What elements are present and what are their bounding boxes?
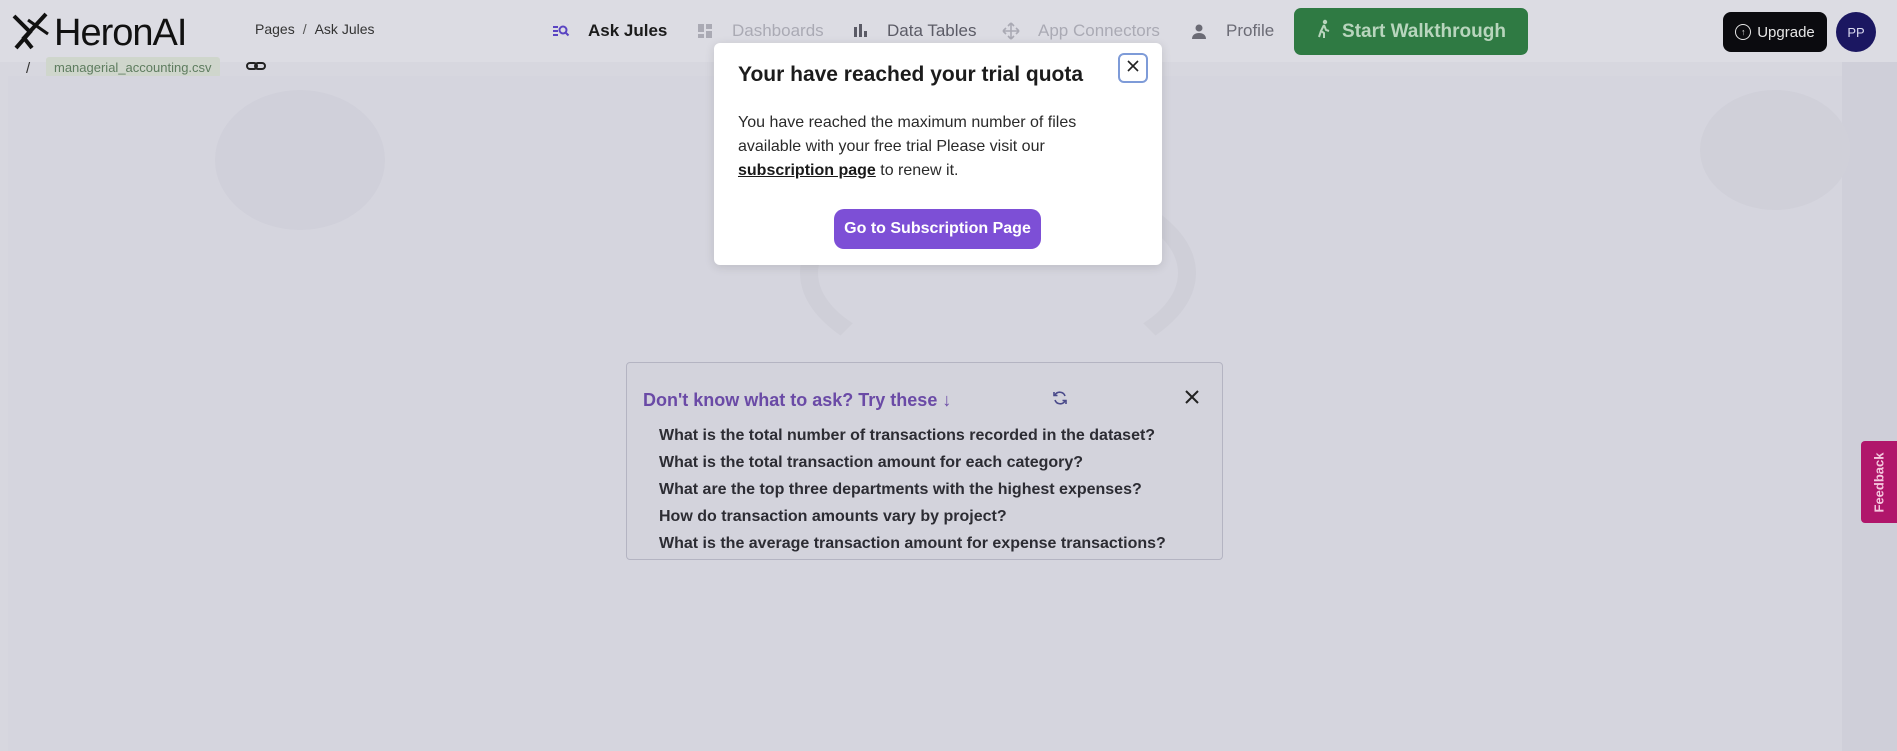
nav-profile-label: Profile	[1226, 21, 1275, 40]
file-chip[interactable]: managerial_accounting.csv	[46, 57, 220, 78]
brand-logo[interactable]: HeronAI	[10, 10, 187, 57]
file-bar-slash: /	[26, 60, 31, 77]
arrow-up-circle-icon: ↑	[1735, 24, 1752, 40]
breadcrumb-separator: /	[302, 21, 307, 37]
modal-close-button[interactable]	[1118, 53, 1148, 83]
nav-ask-jules[interactable]: Ask Jules	[552, 0, 667, 62]
bar-chart-icon	[851, 22, 869, 40]
heron-logo-icon	[10, 10, 52, 57]
suggestion-item[interactable]: What is the average transaction amount f…	[659, 534, 1166, 561]
subscription-page-link[interactable]: subscription page	[738, 162, 876, 179]
close-icon	[1126, 59, 1140, 78]
suggestion-item[interactable]: How do transaction amounts vary by proje…	[659, 507, 1166, 534]
right-panel	[1842, 62, 1897, 751]
trial-quota-modal: Your have reached your trial quota You h…	[714, 43, 1162, 265]
suggestion-item[interactable]: What is the total number of transactions…	[659, 426, 1166, 453]
grid-icon	[696, 22, 714, 40]
nav-profile[interactable]: Profile	[1190, 0, 1274, 62]
refresh-icon[interactable]	[1052, 390, 1068, 411]
upgrade-label: Upgrade	[1757, 23, 1815, 41]
background-decoration	[215, 90, 385, 230]
nav-dashboards-label: Dashboards	[732, 21, 824, 40]
brand-name: HeronAI	[54, 12, 187, 54]
nav-data-tables-label: Data Tables	[887, 21, 977, 40]
modal-message-tail: to renew it.	[875, 162, 959, 179]
go-to-subscription-button[interactable]: Go to Subscription Page	[834, 209, 1041, 249]
breadcrumb: Pages / Ask Jules	[255, 21, 375, 37]
feedback-tab[interactable]: Feedback	[1861, 441, 1897, 523]
close-suggestions-icon[interactable]	[1183, 388, 1201, 411]
nav-app-connectors-label: App Connectors	[1038, 21, 1160, 40]
start-walkthrough-button[interactable]: Start Walkthrough	[1294, 8, 1528, 55]
suggestion-item[interactable]: What is the total transaction amount for…	[659, 453, 1166, 480]
breadcrumb-current: Ask Jules	[314, 21, 375, 37]
nav-ask-jules-label: Ask Jules	[588, 21, 668, 40]
move-icon	[1002, 22, 1020, 40]
suggestion-item[interactable]: What are the top three departments with …	[659, 480, 1166, 507]
person-icon	[1190, 22, 1208, 40]
walking-person-icon	[1316, 19, 1332, 45]
modal-message: You have reached the maximum number of f…	[738, 111, 1138, 183]
background-decoration	[1700, 90, 1850, 210]
upgrade-button[interactable]: ↑ Upgrade	[1723, 12, 1827, 52]
feedback-label: Feedback	[1871, 452, 1887, 512]
start-walkthrough-label: Start Walkthrough	[1342, 20, 1506, 42]
modal-title: Your have reached your trial quota	[738, 63, 1084, 86]
breadcrumb-root[interactable]: Pages	[255, 21, 295, 37]
suggestions-title: Don't know what to ask? Try these ↓	[643, 390, 952, 410]
user-avatar[interactable]: PP	[1836, 12, 1876, 52]
modal-message-text: You have reached the maximum number of f…	[738, 114, 1077, 155]
suggestions-list: What is the total number of transactions…	[659, 426, 1166, 561]
search-list-icon	[552, 22, 570, 40]
suggestions-panel: Don't know what to ask? Try these ↓ What…	[626, 362, 1223, 560]
